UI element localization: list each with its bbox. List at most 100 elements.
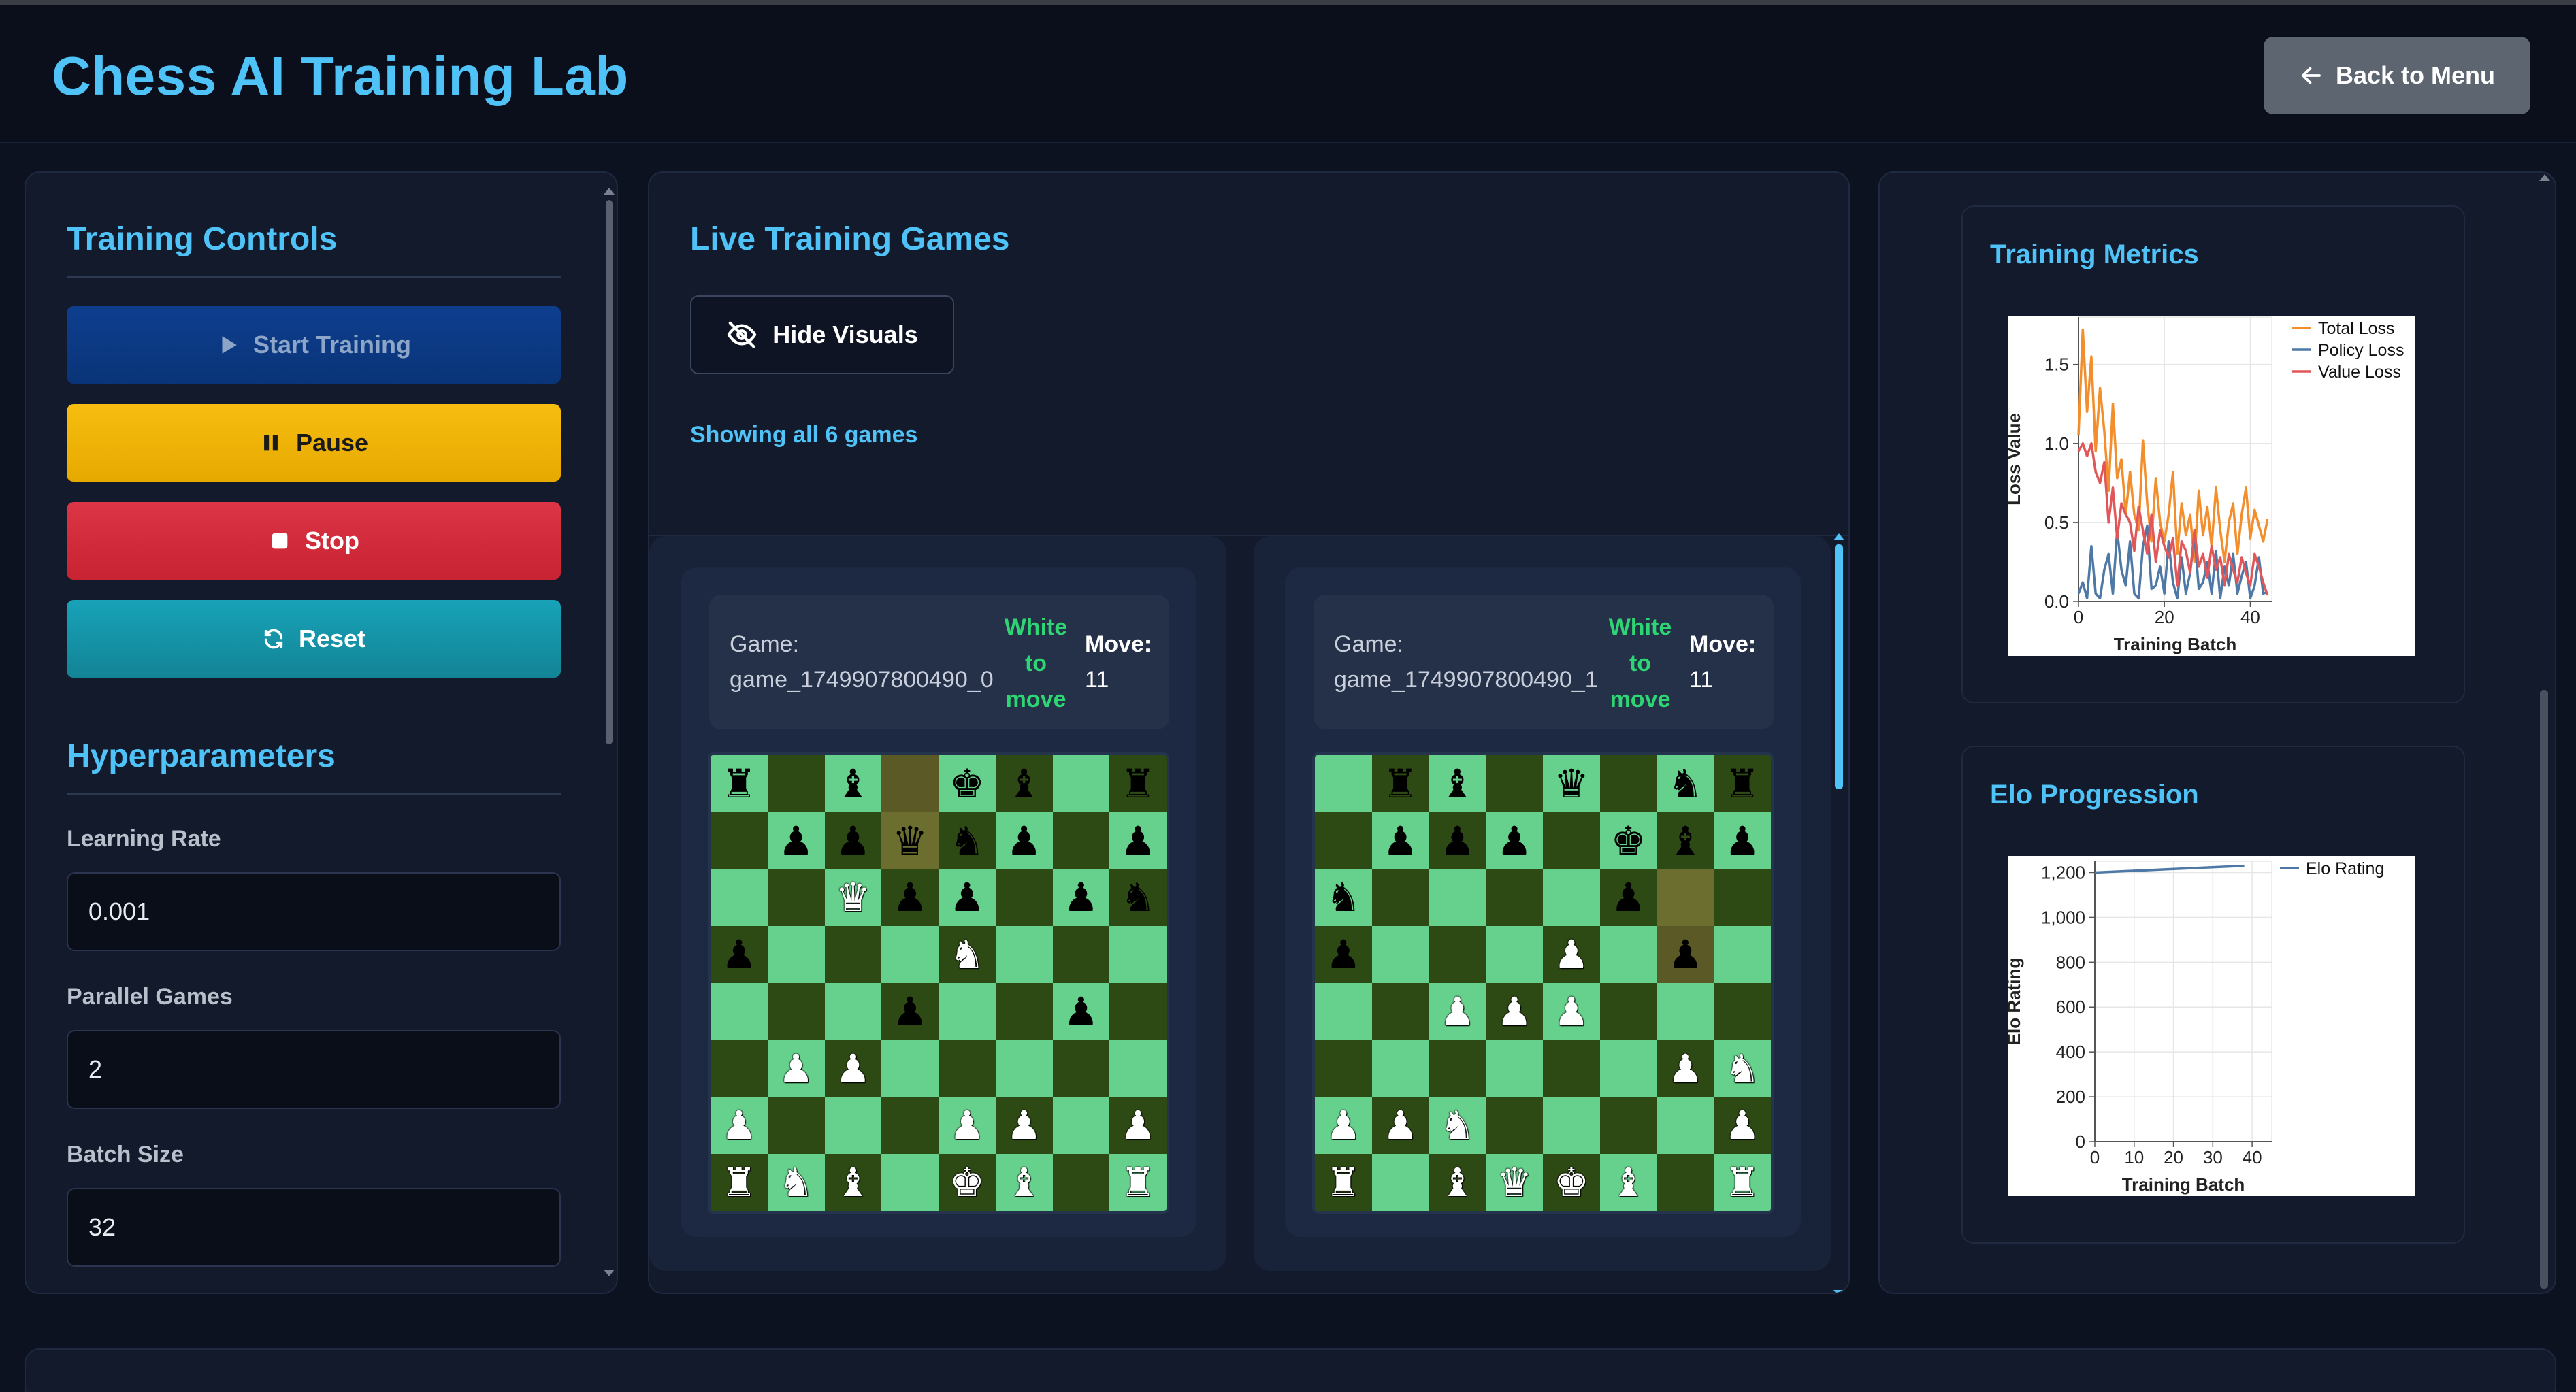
board-square[interactable]	[1315, 983, 1372, 1040]
board-square[interactable]	[1657, 1154, 1714, 1211]
black-bishop-piece[interactable]: ♝	[1007, 764, 1042, 803]
board-square[interactable]	[1315, 755, 1372, 812]
board-square[interactable]	[1371, 869, 1429, 927]
board-square[interactable]: ♟	[824, 1040, 882, 1097]
board-square[interactable]	[995, 983, 1053, 1040]
learning-rate-input[interactable]: 0.001	[67, 872, 561, 951]
board-square[interactable]	[995, 926, 1053, 983]
board-square[interactable]	[1371, 983, 1429, 1040]
board-square[interactable]	[767, 755, 825, 812]
board-square[interactable]: ♟	[939, 869, 996, 927]
scroll-down-arrow[interactable]	[604, 1270, 615, 1276]
board-square[interactable]: ♞	[1109, 869, 1167, 927]
black-rook-piece[interactable]: ♜	[1120, 764, 1156, 803]
white-rook-piece[interactable]: ♜	[1120, 1163, 1156, 1202]
black-pawn-piece[interactable]: ♟	[1007, 821, 1042, 861]
black-pawn-piece[interactable]: ♟	[779, 821, 814, 861]
board-square[interactable]: ♟	[1543, 926, 1600, 983]
white-pawn-piece[interactable]: ♟	[1554, 935, 1589, 974]
board-square[interactable]	[995, 869, 1053, 927]
white-pawn-piece[interactable]: ♟	[1554, 992, 1589, 1031]
black-pawn-piece[interactable]: ♟	[1063, 992, 1098, 1031]
board-square[interactable]: ♜	[1714, 1154, 1771, 1211]
scrollbar-thumb[interactable]	[606, 200, 613, 744]
board-square[interactable]	[767, 869, 825, 927]
black-knight-piece[interactable]: ♞	[1120, 878, 1156, 917]
black-knight-piece[interactable]: ♞	[949, 821, 985, 861]
white-pawn-piece[interactable]: ♟	[835, 1049, 870, 1089]
board-square[interactable]	[1109, 1040, 1167, 1097]
white-pawn-piece[interactable]: ♟	[1383, 1106, 1418, 1145]
board-square[interactable]: ♝	[1429, 755, 1486, 812]
board-square[interactable]	[1486, 1097, 1543, 1155]
black-knight-piece[interactable]: ♞	[1326, 878, 1361, 917]
white-pawn-piece[interactable]: ♟	[1667, 1049, 1703, 1089]
white-queen-piece[interactable]: ♛	[835, 878, 870, 917]
black-king-piece[interactable]: ♚	[949, 764, 985, 803]
board-square[interactable]	[1052, 926, 1110, 983]
board-square[interactable]: ♟	[1486, 983, 1543, 1040]
start-training-button[interactable]: Start Training	[67, 306, 561, 384]
board-square[interactable]: ♟	[1429, 812, 1486, 869]
board-square[interactable]	[1543, 1097, 1600, 1155]
black-bishop-piece[interactable]: ♝	[835, 764, 870, 803]
board-square[interactable]: ♝	[824, 755, 882, 812]
reset-button[interactable]: Reset	[67, 600, 561, 678]
black-pawn-piece[interactable]: ♟	[1611, 878, 1646, 917]
board-square[interactable]	[1599, 1097, 1657, 1155]
white-knight-piece[interactable]: ♞	[779, 1163, 814, 1202]
board-square[interactable]	[824, 926, 882, 983]
board-square[interactable]	[1052, 755, 1110, 812]
scrollbar-thumb[interactable]	[2540, 690, 2548, 1289]
board-square[interactable]	[881, 755, 939, 812]
board-square[interactable]: ♟	[1315, 1097, 1372, 1155]
board-square[interactable]	[1371, 926, 1429, 983]
right-panel-scrollbar[interactable]	[2539, 173, 2550, 1293]
board-square[interactable]: ♞	[1714, 1040, 1771, 1097]
stop-button[interactable]: Stop	[67, 502, 561, 580]
board-square[interactable]: ♟	[767, 812, 825, 869]
games-scrollbar[interactable]	[1833, 533, 1844, 1293]
black-rook-piece[interactable]: ♜	[1383, 764, 1418, 803]
white-rook-piece[interactable]: ♜	[1326, 1163, 1361, 1202]
white-queen-piece[interactable]: ♛	[1497, 1163, 1532, 1202]
white-pawn-piece[interactable]: ♟	[1120, 1106, 1156, 1145]
board-square[interactable]: ♞	[1657, 755, 1714, 812]
board-square[interactable]: ♟	[1599, 869, 1657, 927]
board-square[interactable]	[1599, 983, 1657, 1040]
board-square[interactable]	[1657, 983, 1714, 1040]
board-square[interactable]: ♞	[1315, 869, 1372, 927]
black-queen-piece[interactable]: ♛	[1554, 764, 1589, 803]
board-square[interactable]	[939, 983, 996, 1040]
board-square[interactable]	[1543, 1040, 1600, 1097]
board-square[interactable]	[881, 926, 939, 983]
board-square[interactable]: ♛	[824, 869, 882, 927]
board-square[interactable]	[1371, 1040, 1429, 1097]
pause-button[interactable]: Pause	[67, 404, 561, 482]
board-square[interactable]: ♟	[939, 1097, 996, 1155]
board-square[interactable]: ♚	[1599, 812, 1657, 869]
white-pawn-piece[interactable]: ♟	[949, 1106, 985, 1145]
white-king-piece[interactable]: ♚	[1554, 1163, 1589, 1202]
board-square[interactable]: ♜	[1315, 1154, 1372, 1211]
board-square[interactable]	[995, 1040, 1053, 1097]
board-square[interactable]: ♛	[1543, 755, 1600, 812]
board-square[interactable]: ♝	[1599, 1154, 1657, 1211]
board-square[interactable]	[1486, 926, 1543, 983]
black-pawn-piece[interactable]: ♟	[949, 878, 985, 917]
board-square[interactable]	[711, 869, 768, 927]
board-square[interactable]	[1543, 812, 1600, 869]
board-square[interactable]: ♚	[1543, 1154, 1600, 1211]
board-square[interactable]: ♚	[939, 1154, 996, 1211]
black-pawn-piece[interactable]: ♟	[1439, 821, 1475, 861]
board-square[interactable]	[1657, 869, 1714, 927]
black-pawn-piece[interactable]: ♟	[1383, 821, 1418, 861]
white-king-piece[interactable]: ♚	[949, 1163, 985, 1202]
board-square[interactable]: ♝	[824, 1154, 882, 1211]
black-knight-piece[interactable]: ♞	[1667, 764, 1703, 803]
black-bishop-piece[interactable]: ♝	[1439, 764, 1475, 803]
scroll-down-arrow[interactable]	[1833, 1290, 1844, 1293]
board-square[interactable]	[767, 926, 825, 983]
white-pawn-piece[interactable]: ♟	[1326, 1106, 1361, 1145]
board-square[interactable]: ♞	[939, 926, 996, 983]
